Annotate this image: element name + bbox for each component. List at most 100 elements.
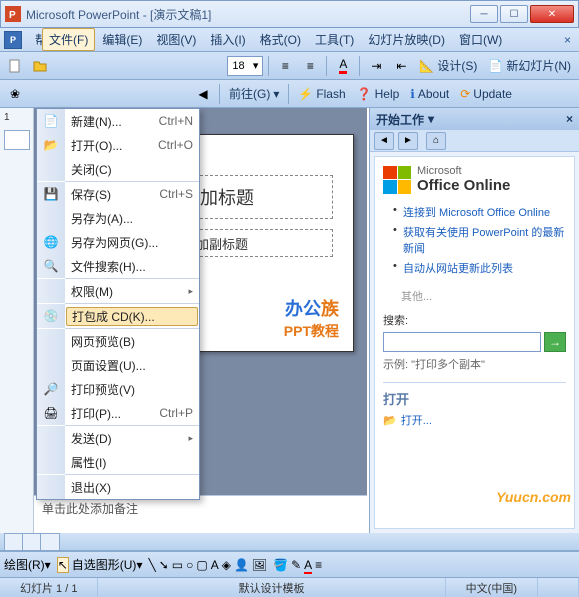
- search-label: 搜索:: [383, 312, 566, 328]
- menu-item[interactable]: 发送(D)▸: [37, 426, 199, 450]
- menu-item[interactable]: 页面设置(U)...: [37, 353, 199, 377]
- pointer-icon[interactable]: ↖: [57, 557, 69, 573]
- rect-icon[interactable]: ▭: [172, 558, 183, 572]
- fill-color-icon[interactable]: 🪣: [273, 558, 288, 572]
- menu-item[interactable]: 退出(X): [37, 475, 199, 499]
- back-icon[interactable]: ◀: [192, 83, 214, 105]
- system-menu-icon[interactable]: P: [4, 31, 22, 49]
- wordart-icon[interactable]: A: [211, 558, 219, 572]
- draw-menu[interactable]: 绘图(R)▾: [4, 556, 51, 573]
- menu-item[interactable]: 🔎打印预览(V): [37, 377, 199, 401]
- menu-edit[interactable]: 编辑(E): [95, 28, 149, 51]
- close-button[interactable]: ✕: [530, 5, 574, 23]
- slide-number: 1: [4, 112, 10, 123]
- menu-item[interactable]: 属性(I): [37, 450, 199, 474]
- status-slide-count: 幻灯片 1 / 1: [0, 578, 98, 597]
- about-button[interactable]: ℹAbout: [406, 87, 453, 101]
- menu-item[interactable]: 🔍文件搜索(H)...: [37, 254, 199, 278]
- open-link[interactable]: 📂打开...: [383, 412, 566, 428]
- autoshapes-menu[interactable]: 自选图形(U)▾: [72, 556, 143, 573]
- menu-item[interactable]: 另存为(A)...: [37, 206, 199, 230]
- tp-link-news[interactable]: 获取有关使用 PowerPoint 的最新新闻: [393, 222, 566, 258]
- font-color-icon[interactable]: A: [332, 55, 354, 77]
- font-size-combo[interactable]: 18▾: [227, 56, 263, 76]
- watermark: Yuucn.com: [496, 489, 571, 505]
- textbox-icon[interactable]: ▢: [196, 558, 207, 572]
- menu-help[interactable]: 帮: [28, 28, 42, 51]
- menubar: P 帮 文件(F) 编辑(E) 视图(V) 插入(I) 格式(O) 工具(T) …: [0, 28, 579, 52]
- workspace: 1 处添加标题 处添加副标题 办公族 PPT教程 单击此处添加备注 开始工作 ▾…: [0, 108, 579, 533]
- design-button[interactable]: 📐设计(S): [415, 57, 481, 74]
- nav-back-icon[interactable]: ◄: [374, 132, 394, 150]
- slide-thumbnail[interactable]: [4, 130, 30, 150]
- flower-icon[interactable]: ❀: [4, 83, 26, 105]
- line-color-icon[interactable]: ✎: [291, 558, 301, 572]
- tp-others[interactable]: 其他...: [401, 288, 566, 304]
- line-icon[interactable]: ╲: [148, 558, 155, 572]
- menu-window[interactable]: 窗口(W): [452, 28, 509, 51]
- file-menu-dropdown: 📄新建(N)...Ctrl+N📂打开(O)...Ctrl+O关闭(C)💾保存(S…: [36, 108, 200, 500]
- line-style-icon[interactable]: ≡: [315, 558, 322, 572]
- status-template: 默认设计模板: [98, 578, 445, 597]
- tp-link-update[interactable]: 自动从网站更新此列表: [393, 258, 566, 278]
- view-switcher[interactable]: [4, 533, 60, 551]
- align-center-icon[interactable]: ≡: [299, 55, 321, 77]
- logo-overlay: 办公族: [285, 295, 339, 321]
- menubar-overflow[interactable]: ×: [560, 33, 575, 47]
- goto-button[interactable]: 前往(G)▾: [225, 85, 283, 102]
- menu-item[interactable]: 📂打开(O)...Ctrl+O: [37, 133, 199, 157]
- align-left-icon[interactable]: ≡: [274, 55, 296, 77]
- picture-icon[interactable]: 🖼: [252, 558, 267, 572]
- status-language: 中文(中国): [446, 578, 538, 597]
- clipart-icon[interactable]: 👤: [234, 558, 249, 572]
- menu-tools[interactable]: 工具(T): [308, 28, 361, 51]
- menu-item[interactable]: 关闭(C): [37, 157, 199, 181]
- taskpane-close-icon[interactable]: ×: [566, 112, 573, 126]
- formatting-toolbar: 18▾ ≡ ≡ A ⇥ ⇤ 📐设计(S) 📄新幻灯片(N): [0, 52, 579, 80]
- font-color2-icon[interactable]: A: [304, 558, 312, 572]
- new-icon[interactable]: [4, 55, 26, 77]
- menu-format[interactable]: 格式(O): [253, 28, 308, 51]
- maximize-button[interactable]: ☐: [500, 5, 528, 23]
- drawing-toolbar: 绘图(R)▾ ↖ 自选图形(U)▾ ╲ ➘ ▭ ○ ▢ A ◈ 👤 🖼 🪣 ✎ …: [0, 551, 579, 577]
- menu-item[interactable]: 🌐另存为网页(G)...: [37, 230, 199, 254]
- flash-button[interactable]: ⚡Flash: [294, 87, 349, 101]
- app-icon: P: [5, 6, 21, 22]
- menu-file[interactable]: 文件(F): [42, 28, 95, 51]
- svg-text:P: P: [9, 10, 16, 21]
- titlebar: P Microsoft PowerPoint - [演示文稿1] ─ ☐ ✕: [0, 0, 579, 28]
- menu-item[interactable]: 网页预览(B): [37, 329, 199, 353]
- menu-slideshow[interactable]: 幻灯片放映(D): [361, 28, 452, 51]
- menu-item[interactable]: 💾保存(S)Ctrl+S: [37, 182, 199, 206]
- view-toolbar: [0, 533, 579, 551]
- nav-home-icon[interactable]: ⌂: [426, 132, 446, 150]
- open-section-header: 打开: [383, 389, 566, 408]
- ppt-tutorial-text: PPT教程: [284, 321, 339, 341]
- nav-fwd-icon[interactable]: ►: [398, 132, 418, 150]
- outline-pane: 1: [0, 108, 34, 533]
- open-icon[interactable]: [29, 55, 51, 77]
- diagram-icon[interactable]: ◈: [222, 558, 231, 572]
- increase-indent-icon[interactable]: ⇥: [365, 55, 387, 77]
- menu-item[interactable]: 🖨打印(P)...Ctrl+P: [37, 401, 199, 425]
- search-input[interactable]: [383, 332, 541, 352]
- minimize-button[interactable]: ─: [470, 5, 498, 23]
- help-button[interactable]: ❓Help: [353, 87, 404, 101]
- menu-insert[interactable]: 插入(I): [203, 28, 252, 51]
- search-example: 示例: "打印多个副本": [383, 356, 566, 372]
- decrease-indent-icon[interactable]: ⇤: [390, 55, 412, 77]
- new-slide-button[interactable]: 📄新幻灯片(N): [484, 57, 575, 74]
- menu-item[interactable]: 📄新建(N)...Ctrl+N: [37, 109, 199, 133]
- plugin-toolbar: ❀ ◀ 前往(G)▾ ⚡Flash ❓Help ℹAbout ⟳Update: [0, 80, 579, 108]
- update-button[interactable]: ⟳Update: [456, 87, 516, 101]
- notes-pane[interactable]: 单击此处添加备注: [34, 495, 367, 533]
- search-go-icon[interactable]: →: [544, 332, 566, 352]
- taskpane-header: 开始工作 ▾ ×: [370, 108, 579, 130]
- arrow-icon[interactable]: ➘: [159, 558, 169, 572]
- oval-icon[interactable]: ○: [186, 558, 193, 572]
- menu-item[interactable]: 权限(M)▸: [37, 279, 199, 303]
- menu-item[interactable]: 💿打包成 CD(K)...: [37, 304, 199, 328]
- window-title: Microsoft PowerPoint - [演示文稿1]: [26, 6, 470, 23]
- tp-link-connect[interactable]: 连接到 Microsoft Office Online: [393, 202, 566, 222]
- menu-view[interactable]: 视图(V): [149, 28, 203, 51]
